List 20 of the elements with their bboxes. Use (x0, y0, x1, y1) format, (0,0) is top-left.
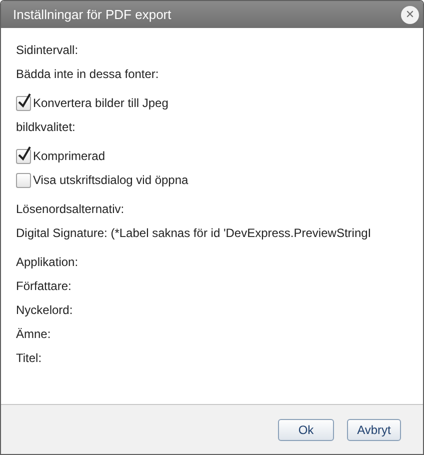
field-label: Digital Signature: (*Label saknas för id 'DevExpress.PreviewStringI (16, 225, 372, 241)
field-label: Bädda inte in dessa fonter: (16, 66, 160, 82)
checkbox-option[interactable]: Komprimerad (16, 148, 423, 164)
checkbox-option[interactable]: Konvertera bilder till Jpeg (16, 95, 423, 111)
field-label: Författare: (16, 278, 72, 294)
cancel-button[interactable]: Avbryt (347, 418, 401, 440)
field-label: Applikation: (16, 254, 80, 270)
field-label: bildkvalitet: (16, 119, 76, 135)
checkbox[interactable] (16, 96, 31, 110)
field-label: Ämne: (16, 326, 52, 342)
ok-button[interactable]: Ok (278, 418, 334, 440)
checkbox-option[interactable]: Visa utskriftsdialog vid öppna (16, 172, 423, 188)
field-label: Titel: (16, 350, 43, 366)
field-label: Nyckelord: (16, 302, 74, 318)
checkbox[interactable] (16, 148, 31, 164)
dialog-title: Inställningar för PDF export (13, 7, 172, 22)
checkbox[interactable] (16, 172, 31, 188)
close-button[interactable]: ✕ (401, 6, 419, 24)
field-label: Sidintervall: (16, 42, 80, 58)
field-label: Lösenordsalternativ: (16, 201, 126, 217)
